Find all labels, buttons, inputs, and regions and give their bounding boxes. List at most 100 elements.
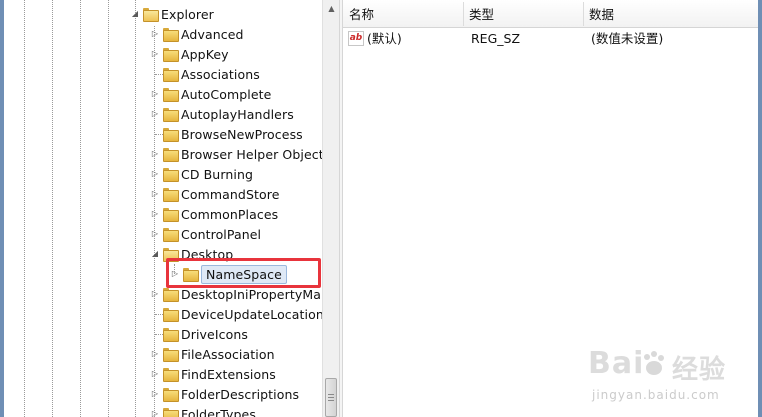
tree-node[interactable]: ▷ AutoComplete	[150, 84, 271, 104]
folder-icon	[163, 108, 179, 122]
tree-node[interactable]: BrowseNewProcess	[150, 124, 303, 144]
string-value-icon: ab	[348, 31, 364, 46]
tree-node-label: ControlPanel	[181, 226, 262, 242]
tree-node[interactable]: ▷ FolderTypes	[150, 404, 256, 417]
tree-node-label: DeviceUpdateLocations	[181, 306, 322, 322]
expand-arrow-icon[interactable]: ▷	[150, 409, 160, 417]
folder-icon	[163, 308, 179, 322]
tree-node[interactable]: ▷ FileAssociation	[150, 344, 275, 364]
expand-arrow-icon[interactable]: ▷	[150, 149, 160, 159]
scroll-up-arrow-icon[interactable]: ▲	[323, 0, 340, 17]
tree-node-explorer[interactable]: ◢ Explorer	[130, 4, 214, 24]
tree-connector	[155, 134, 163, 135]
tree-node-label: FileAssociation	[181, 346, 275, 362]
tree-connector	[155, 334, 163, 335]
expand-arrow-icon[interactable]: ▷	[150, 29, 160, 39]
tree-scrollbar[interactable]: ▲	[322, 0, 339, 417]
folder-icon	[163, 228, 179, 242]
grip-line	[328, 397, 334, 398]
folder-icon	[163, 288, 179, 302]
expand-arrow-icon[interactable]: ▷	[150, 389, 160, 399]
folder-icon	[163, 128, 179, 142]
tree-node-label: DesktopIniPropertyMap	[181, 286, 322, 302]
column-header-type[interactable]: 类型	[463, 0, 583, 28]
collapse-arrow-icon[interactable]: ◢	[150, 249, 160, 259]
tree-node[interactable]: ▷ CD Burning	[150, 164, 253, 184]
grip-line	[328, 400, 334, 401]
tree-guide-line	[135, 0, 136, 417]
folder-icon	[163, 168, 179, 182]
folder-icon	[163, 88, 179, 102]
tree-node[interactable]: ▷ FolderDescriptions	[150, 384, 299, 404]
expand-arrow-icon[interactable]: ▷	[150, 289, 160, 299]
tree-node-label: CommandStore	[181, 186, 280, 202]
registry-tree-pane[interactable]: ◢ Explorer ▷ Advanced ▷ AppKey Associations ▷…	[4, 0, 322, 417]
list-header: 名称 类型 数据	[343, 0, 758, 28]
expand-arrow-icon[interactable]: ▷	[150, 349, 160, 359]
highlight-box	[166, 258, 321, 288]
tree-node[interactable]: Associations	[150, 64, 260, 84]
value-name: (默认)	[367, 31, 402, 46]
tree-node[interactable]: ▷ ControlPanel	[150, 224, 261, 244]
tree-node-label: Associations	[181, 66, 260, 82]
folder-icon	[163, 328, 179, 342]
tree-node[interactable]: ▷ CommonPlaces	[150, 204, 278, 224]
expand-arrow-icon[interactable]: ▷	[150, 89, 160, 99]
tree-node[interactable]: DeviceUpdateLocations	[150, 304, 322, 324]
list-item[interactable]: ab (默认) REG_SZ (数值未设置)	[343, 30, 758, 48]
tree-node[interactable]: ▷ Browser Helper Objects	[150, 144, 322, 164]
tree-node-label: AutoComplete	[181, 86, 272, 102]
tree-node[interactable]: ▷ FindExtensions	[150, 364, 276, 384]
folder-icon	[163, 68, 179, 82]
tree-guide-line	[108, 0, 109, 417]
folder-icon	[163, 48, 179, 62]
tree-node[interactable]: DriveIcons	[150, 324, 248, 344]
expand-arrow-icon[interactable]: ▷	[150, 229, 160, 239]
expand-arrow-icon[interactable]: ▷	[150, 369, 160, 379]
value-data: (数值未设置)	[591, 31, 664, 46]
tree-node-label: BrowseNewProcess	[181, 126, 303, 142]
expand-arrow-icon[interactable]: ▷	[150, 49, 160, 59]
folder-icon	[163, 408, 179, 417]
baidu-watermark: Bai 经验 jingyan.baidu.com	[588, 346, 738, 410]
tree-node-label: FolderTypes	[181, 406, 256, 417]
tree-node[interactable]: ▷ CommandStore	[150, 184, 279, 204]
folder-icon	[163, 388, 179, 402]
collapse-arrow-icon[interactable]: ◢	[130, 9, 140, 19]
folder-icon	[163, 348, 179, 362]
tree-node-label: Explorer	[161, 6, 214, 22]
folder-icon	[163, 368, 179, 382]
expand-arrow-icon[interactable]: ▷	[150, 169, 160, 179]
tree-node[interactable]: ▷ AppKey	[150, 44, 229, 64]
folder-open-icon	[143, 8, 159, 22]
tree-node-label: CD Burning	[181, 166, 253, 182]
folder-icon	[163, 28, 179, 42]
tree-node[interactable]: ▷ AutoplayHandlers	[150, 104, 294, 124]
scroll-thumb[interactable]	[325, 378, 337, 417]
expand-arrow-icon[interactable]: ▷	[150, 209, 160, 219]
tree-guide-line	[80, 0, 81, 417]
tree-node-label: AutoplayHandlers	[181, 106, 294, 122]
grip-line	[328, 394, 334, 395]
tree-guide-line	[24, 0, 25, 417]
tree-node-label: CommonPlaces	[181, 206, 279, 222]
watermark-url: jingyan.baidu.com	[592, 388, 720, 402]
expand-arrow-icon[interactable]: ▷	[150, 109, 160, 119]
expand-arrow-icon[interactable]: ▷	[150, 189, 160, 199]
tree-node-label: FindExtensions	[181, 366, 276, 382]
tree-connector	[155, 314, 163, 315]
tree-guide-line	[52, 0, 53, 417]
paw-logo-icon	[644, 351, 664, 375]
tree-node-label: DriveIcons	[181, 326, 248, 342]
tree-node[interactable]: ▷ Advanced	[150, 24, 244, 44]
tree-node-label: AppKey	[181, 46, 229, 62]
watermark-text: Bai	[588, 346, 645, 381]
folder-icon	[163, 208, 179, 222]
watermark-jingyan: 经验	[672, 355, 727, 385]
value-type: REG_SZ	[471, 31, 521, 46]
folder-icon	[163, 188, 179, 202]
tree-connector	[155, 74, 163, 75]
column-header-name[interactable]: 名称	[343, 0, 463, 28]
tree-node-label: FolderDescriptions	[181, 386, 300, 402]
column-header-data[interactable]: 数据	[583, 0, 758, 28]
